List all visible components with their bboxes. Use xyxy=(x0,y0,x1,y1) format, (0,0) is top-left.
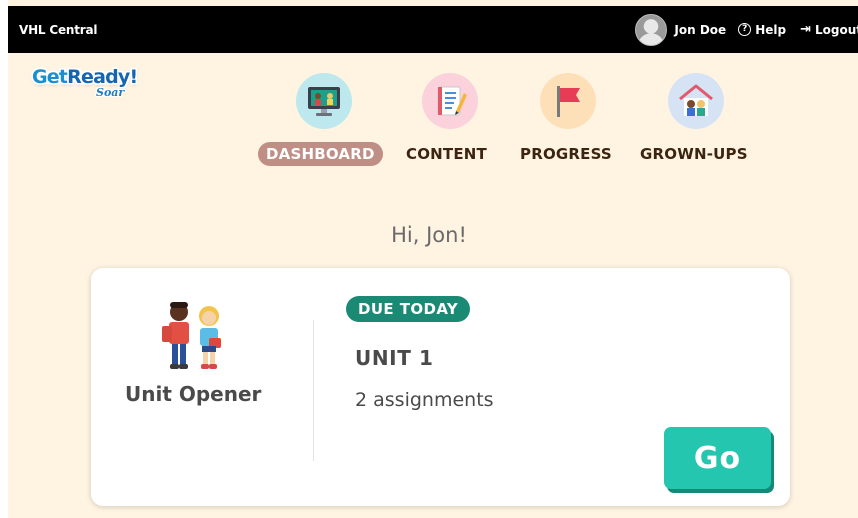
content-notebook-icon xyxy=(422,73,478,129)
due-today-badge: DUE TODAY xyxy=(346,296,471,322)
nav-label-dashboard: DASHBOARD xyxy=(258,142,383,166)
go-button[interactable]: Go xyxy=(664,427,771,489)
logout-link[interactable]: ⇥ Logout xyxy=(800,22,858,37)
help-link[interactable]: ? Help xyxy=(738,23,786,37)
greeting-heading: Hi, Jon! xyxy=(391,223,467,247)
unit-title: UNIT 1 xyxy=(355,346,434,370)
logout-label: Logout xyxy=(814,22,858,37)
assignment-count: 2 assignments xyxy=(355,389,494,411)
nav-label-progress: PROGRESS xyxy=(520,145,612,163)
grown-ups-house-icon xyxy=(668,73,724,129)
left-edge-strip xyxy=(0,0,8,518)
get-ready-soar-logo[interactable]: GetReady! Soar xyxy=(32,66,150,106)
help-label: Help xyxy=(755,22,787,37)
nav-label-grown-ups: GROWN-UPS xyxy=(640,145,748,163)
logo-ready: Ready! xyxy=(67,66,138,88)
progress-flag-icon xyxy=(540,73,596,129)
vhl-central-link[interactable]: VHL Central xyxy=(19,23,98,37)
dashboard-monitor-icon xyxy=(296,73,352,129)
unit-opener-label: Unit Opener xyxy=(125,382,262,406)
unit-opener-kids-icon xyxy=(159,298,233,374)
nav-label-content: CONTENT xyxy=(406,145,487,163)
logout-icon: ⇥ xyxy=(800,22,811,37)
help-icon: ? xyxy=(738,23,752,36)
user-name-link[interactable]: Jon Doe xyxy=(674,23,726,37)
top-bar-user-area: Jon Doe ? Help ⇥ Logout xyxy=(635,6,858,53)
logo-get: Get xyxy=(32,66,68,88)
top-bar: VHL Central Jon Doe ? Help ⇥ Logout xyxy=(8,6,858,53)
avatar[interactable] xyxy=(635,13,668,46)
logo-sub: Soar xyxy=(96,86,125,99)
card-divider xyxy=(313,320,314,461)
logo-wordmark: GetReady! xyxy=(32,66,150,88)
assignment-card: Unit Opener DUE TODAY UNIT 1 2 assignmen… xyxy=(91,268,790,506)
